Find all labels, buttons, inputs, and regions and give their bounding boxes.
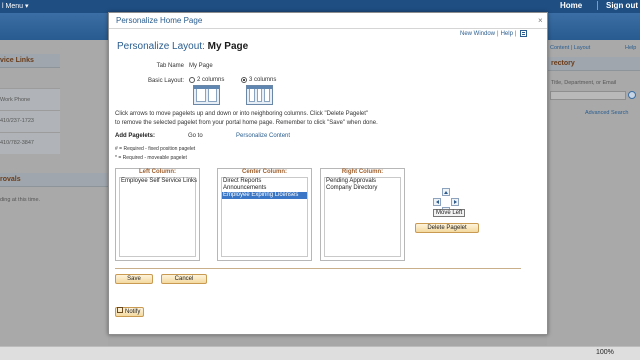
right-column-list[interactable]: Pending Approvals Company Directory	[324, 177, 401, 257]
divider	[115, 268, 521, 269]
help-link[interactable]: Help	[501, 31, 513, 37]
dialog-top-links: New Window | Help |	[460, 30, 528, 37]
approvals-text: ding at this time.	[0, 197, 41, 203]
phone-value: 410/237-1723	[0, 118, 34, 124]
notify-button[interactable]: Notify	[115, 307, 145, 317]
instructions-line2: to remove the selected pagelet from your…	[115, 120, 378, 126]
phone-header-row: Work Phone	[0, 88, 60, 110]
tab-name-label: Tab Name	[156, 63, 184, 69]
right-pagelet-area: Content | Layout Help rectory Title, Dep…	[547, 40, 640, 346]
left-column-panel: Left Column: Employee Self Service Links	[115, 168, 200, 261]
list-item[interactable]: Announcements	[222, 185, 307, 192]
content-layout-links[interactable]: Content | Layout	[550, 45, 590, 51]
new-window-link[interactable]: New Window	[460, 31, 495, 37]
move-up-icon[interactable]	[442, 188, 450, 196]
two-column-layout-icon[interactable]	[193, 85, 220, 105]
notify-icon	[117, 307, 123, 314]
left-pagelet-title: vice Links	[0, 57, 34, 64]
advanced-search-link[interactable]: Advanced Search	[585, 110, 628, 116]
search-go-icon[interactable]	[628, 91, 636, 99]
table-row: 410/782-3847	[0, 132, 60, 154]
browser-status-bar: 100%	[0, 346, 640, 360]
directory-search-hint: Title, Department, or Email	[551, 80, 617, 86]
two-columns-label[interactable]: 2 columns	[197, 77, 224, 83]
right-column-header: Right Column:	[341, 169, 384, 175]
list-item[interactable]: Direct Reports	[222, 178, 307, 185]
two-columns-radio[interactable]	[189, 77, 195, 83]
tab-name-value: My Page	[189, 63, 213, 69]
list-item[interactable]: Company Directory	[325, 185, 400, 192]
list-item-selected[interactable]: Employee Expiring Licenses	[222, 192, 307, 199]
three-columns-label[interactable]: 3 columns	[249, 77, 276, 83]
dialog-title: Personalize Home Page	[116, 16, 203, 25]
left-column-list[interactable]: Employee Self Service Links	[119, 177, 197, 257]
go-to-label: Go to	[188, 133, 203, 139]
three-columns-radio[interactable]	[241, 77, 247, 83]
left-pagelet-area: vice Links Work Phone 410/237-1723 410/7…	[0, 40, 108, 346]
center-column-panel: Center Column: Direct Reports Announceme…	[217, 168, 312, 261]
heading-page-name: My Page	[207, 41, 249, 52]
instructions-line1: Click arrows to move pagelets up and dow…	[115, 111, 369, 117]
table-row: 410/237-1723	[0, 110, 60, 132]
personalize-home-page-dialog: Personalize Home Page × New Window | Help |…	[108, 12, 548, 335]
add-pagelets-label: Add Pagelets:	[115, 133, 156, 139]
notify-label: Notify	[125, 309, 141, 315]
main-menu[interactable]: l Menu ▾	[2, 2, 28, 10]
move-left-icon[interactable]	[433, 198, 441, 206]
legend-fixed: # = Required - fixed position pagelet	[115, 146, 196, 152]
phone-header: Work Phone	[0, 97, 31, 103]
directory-title: rectory	[551, 60, 575, 67]
phone-value: 410/782-3847	[0, 140, 34, 146]
three-column-layout-icon[interactable]	[246, 85, 273, 105]
center-column-header: Center Column:	[242, 169, 287, 175]
directory-search-input[interactable]	[550, 91, 626, 100]
legend-moveable: * = Required - moveable pagelet	[115, 155, 187, 161]
save-button[interactable]: Save	[115, 274, 153, 284]
approvals-title: rovals	[0, 176, 21, 183]
personalize-page-icon[interactable]	[520, 30, 528, 37]
sign-out-link[interactable]: Sign out	[597, 1, 638, 10]
move-right-icon[interactable]	[451, 198, 459, 206]
center-column-list[interactable]: Direct Reports Announcements Employee Ex…	[221, 177, 308, 257]
cancel-button[interactable]: Cancel	[161, 274, 207, 284]
directory-pagelet-header: rectory	[547, 57, 640, 71]
move-left-tooltip: Move Left	[433, 209, 466, 217]
approvals-pagelet-header: rovals	[0, 173, 108, 187]
left-pagelet-header: vice Links	[0, 54, 60, 68]
instructions: Click arrows to move pagelets up and dow…	[115, 110, 535, 128]
left-column-header: Left Column:	[139, 169, 176, 175]
page-title: Personalize Layout: My Page	[117, 41, 248, 52]
close-icon[interactable]: ×	[538, 16, 543, 25]
help-link[interactable]: Help	[625, 45, 636, 51]
zoom-level[interactable]: 100%	[596, 349, 614, 356]
list-item[interactable]: Employee Self Service Links	[120, 178, 197, 185]
basic-layout-label: Basic Layout:	[147, 78, 184, 84]
heading-prefix: Personalize Layout:	[117, 41, 205, 52]
list-item[interactable]: Pending Approvals	[325, 178, 400, 185]
delete-pagelet-button[interactable]: Delete Pagelet	[415, 223, 479, 233]
dialog-title-bar: Personalize Home Page ×	[109, 13, 547, 29]
right-column-panel: Right Column: Pending Approvals Company …	[320, 168, 405, 261]
home-link[interactable]: Home	[560, 1, 582, 10]
personalize-content-link[interactable]: Personalize Content	[236, 133, 290, 139]
